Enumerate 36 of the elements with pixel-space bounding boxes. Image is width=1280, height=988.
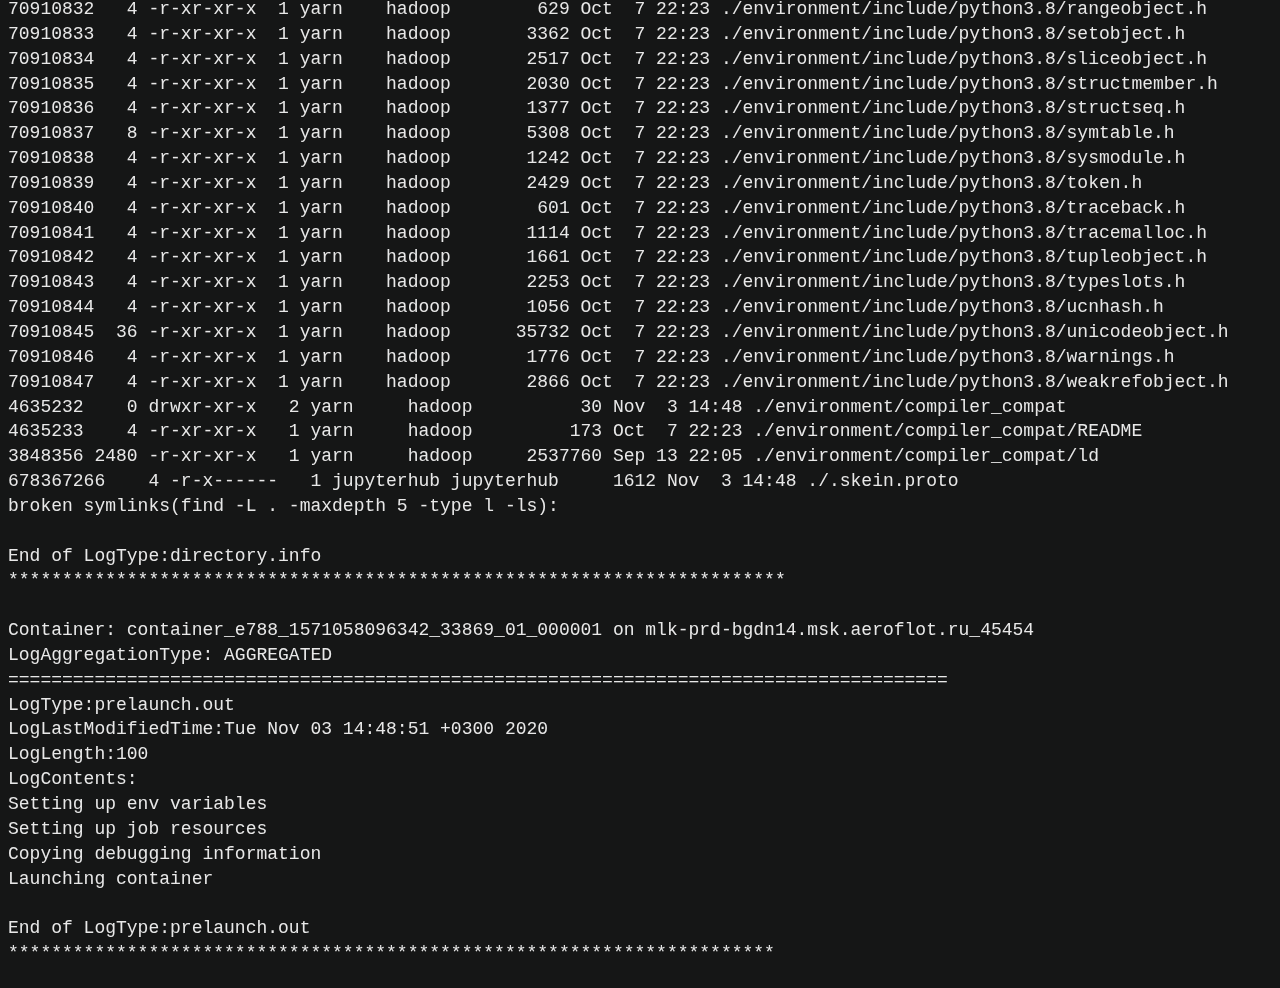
log-line: 70910841 4 -r-xr-xr-x 1 yarn hadoop 1114 Oct 7 22:23 ./environment/include/python3.8/tracemalloc.h [8, 222, 1207, 243]
log-line: 70910834 4 -r-xr-xr-x 1 yarn hadoop 2517 Oct 7 22:23 ./environment/include/python3.8/sliceobject.h [8, 48, 1207, 69]
log-line: Launching container [8, 868, 214, 889]
log-line: 4635233 4 -r-xr-xr-x 1 yarn hadoop 173 Oct 7 22:23 ./environment/compiler_compat/README [8, 421, 1143, 442]
log-line: 70910838 4 -r-xr-xr-x 1 yarn hadoop 1242 Oct 7 22:23 ./environment/include/python3.8/sysmodule.h [8, 148, 1186, 169]
log-line: ======================================================================================= [8, 669, 948, 690]
log-line: 70910836 4 -r-xr-xr-x 1 yarn hadoop 1377 Oct 7 22:23 ./environment/include/python3.8/structseq.h [8, 98, 1186, 119]
log-line: LogType:prelaunch.out [8, 694, 235, 715]
log-line: 70910842 4 -r-xr-xr-x 1 yarn hadoop 1661 Oct 7 22:23 ./environment/include/python3.8/tupleobject.h [8, 247, 1207, 268]
log-line: Copying debugging information [8, 843, 322, 864]
log-line: 70910835 4 -r-xr-xr-x 1 yarn hadoop 2030 Oct 7 22:23 ./environment/include/python3.8/structmember.h [8, 73, 1218, 94]
log-line: LogLastModifiedTime:Tue Nov 03 14:48:51 +0300 2020 [8, 719, 549, 740]
log-line: 70910847 4 -r-xr-xr-x 1 yarn hadoop 2866 Oct 7 22:23 ./environment/include/python3.8/weakrefobject.h [8, 371, 1229, 392]
log-line: 70910846 4 -r-xr-xr-x 1 yarn hadoop 1776 Oct 7 22:23 ./environment/include/python3.8/warnings.h [8, 346, 1175, 367]
log-line: 70910839 4 -r-xr-xr-x 1 yarn hadoop 2429 Oct 7 22:23 ./environment/include/python3.8/token.h [8, 172, 1143, 193]
log-line: 70910832 4 -r-xr-xr-x 1 yarn hadoop 629 Oct 7 22:23 ./environment/include/python3.8/rangeobject.h [8, 0, 1207, 19]
log-line: 70910845 36 -r-xr-xr-x 1 yarn hadoop 35732 Oct 7 22:23 ./environment/include/python3.8/unicodeobject.h [8, 321, 1229, 342]
log-line: 70910840 4 -r-xr-xr-x 1 yarn hadoop 601 Oct 7 22:23 ./environment/include/python3.8/traceback.h [8, 197, 1186, 218]
log-line: End of LogType:directory.info [8, 545, 322, 566]
log-line: broken symlinks(find -L . -maxdepth 5 -type l -ls): [8, 495, 559, 516]
log-line: 70910843 4 -r-xr-xr-x 1 yarn hadoop 2253 Oct 7 22:23 ./environment/include/python3.8/typeslots.h [8, 272, 1186, 293]
log-line: LogAggregationType: AGGREGATED [8, 644, 333, 665]
log-line: LogContents: [8, 769, 138, 790]
log-line: *********************************************************************** [8, 943, 775, 964]
log-line: 678367266 4 -r-x------ 1 jupyterhub jupyterhub 1612 Nov 3 14:48 ./.skein.proto [8, 471, 959, 492]
log-line: ************************************************************************ [8, 570, 786, 591]
log-line: Setting up env variables [8, 794, 268, 814]
log-line: 70910837 8 -r-xr-xr-x 1 yarn hadoop 5308 Oct 7 22:23 ./environment/include/python3.8/symtable.h [8, 123, 1175, 144]
log-line: LogLength:100 [8, 744, 149, 765]
log-line: Container: container_e788_1571058096342_33869_01_000001 on mlk-prd-bgdn14.msk.aeroflot.ru_45454 [8, 620, 1035, 641]
log-line: End of LogType:prelaunch.out [8, 918, 311, 939]
log-line: 3848356 2480 -r-xr-xr-x 1 yarn hadoop 2537760 Sep 13 22:05 ./environment/compiler_compat/ld [8, 446, 1099, 467]
log-line: 70910844 4 -r-xr-xr-x 1 yarn hadoop 1056 Oct 7 22:23 ./environment/include/python3.8/ucnhash.h [8, 297, 1164, 318]
log-line: 4635232 0 drwxr-xr-x 2 yarn hadoop 30 Nov 3 14:48 ./environment/compiler_compat [8, 396, 1067, 417]
log-line: Setting up job resources [8, 818, 268, 839]
log-line: 70910833 4 -r-xr-xr-x 1 yarn hadoop 3362 Oct 7 22:23 ./environment/include/python3.8/setobject.h [8, 23, 1186, 44]
